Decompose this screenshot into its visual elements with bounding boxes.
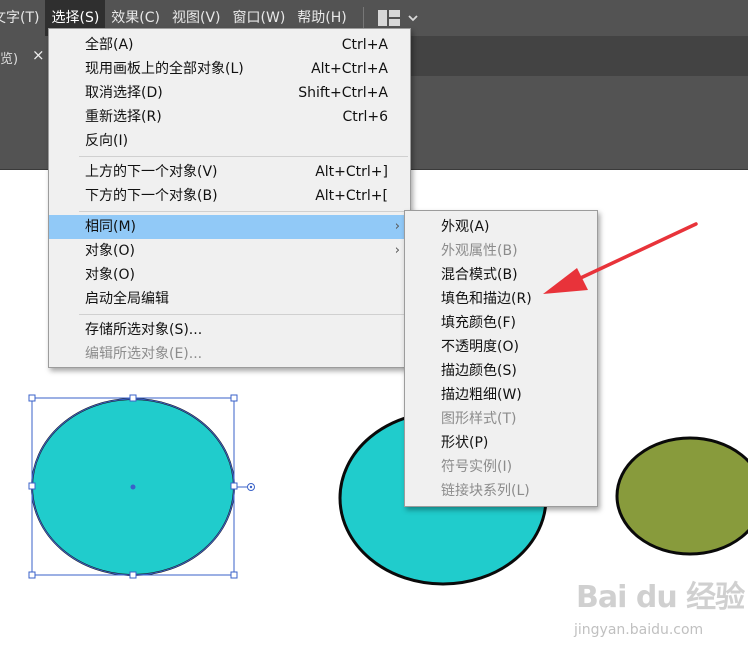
menu-separator (79, 156, 408, 157)
menu-item-label: 现用画板上的全部对象(L) (85, 61, 244, 77)
chevron-right-icon: › (394, 219, 400, 234)
same-submenu: 外观(A) 外观属性(B) 混合模式(B) 填色和描边(R) 填充颜色(F) 不… (404, 210, 598, 507)
watermark: Bai du 经验 jingyan.baidu.com (560, 572, 745, 652)
menu-item-select-all-artboard[interactable]: 现用画板上的全部对象(L) Alt+Ctrl+A (49, 57, 410, 81)
submenu-item-fill-color[interactable]: 填充颜色(F) (405, 311, 597, 335)
menu-item-label: 外观(A) (441, 219, 490, 235)
submenu-item-appearance[interactable]: 外观(A) (405, 215, 597, 239)
menu-separator (79, 314, 408, 315)
menu-item-label: 全部(A) (85, 37, 134, 53)
menu-item-label: 启动全局编辑 (85, 291, 169, 307)
menu-item-label: 不透明度(O) (441, 339, 519, 355)
menu-item-label: 上方的下一个对象(V) (85, 164, 218, 180)
menu-item-label: 描边粗细(W) (441, 387, 522, 403)
menu-item-save-selection[interactable]: 存储所选对象(S)... (49, 318, 410, 342)
menu-item-deselect[interactable]: 取消选择(D) Shift+Ctrl+A (49, 81, 410, 105)
submenu-item-stroke-weight[interactable]: 描边粗细(W) (405, 383, 597, 407)
menu-item-label: 填色和描边(R) (441, 291, 532, 307)
menu-item-next-object-above[interactable]: 上方的下一个对象(V) Alt+Ctrl+] (49, 160, 410, 184)
menu-item-label: 对象(O) (85, 267, 135, 283)
menu-item-shortcut: Ctrl+6 (342, 109, 388, 125)
center-point (130, 484, 136, 490)
submenu-item-fill-and-stroke[interactable]: 填色和描边(R) (405, 287, 597, 311)
menu-item-label: 图形样式(T) (441, 411, 517, 427)
menu-item-label: 外观属性(B) (441, 243, 518, 259)
submenu-item-stroke-color[interactable]: 描边颜色(S) (405, 359, 597, 383)
menu-item-start-global-edit[interactable]: 启动全局编辑 (49, 287, 410, 311)
menu-item-shortcut: Shift+Ctrl+A (298, 85, 388, 101)
menu-item-shortcut: Alt+Ctrl+] (315, 164, 388, 180)
menu-item-label: 下方的下一个对象(B) (85, 188, 218, 204)
submenu-item-graphic-style: 图形样式(T) (405, 407, 597, 431)
menu-item-object[interactable]: 对象(O) (49, 263, 410, 287)
menu-item-label: 编辑所选对象(E)... (85, 346, 203, 362)
menu-item-label: 反向(I) (85, 133, 129, 149)
submenu-item-blending-mode[interactable]: 混合模式(B) (405, 263, 597, 287)
menu-item-select-all[interactable]: 全部(A) Ctrl+A (49, 33, 410, 57)
watermark-url: jingyan.baidu.com (574, 622, 704, 638)
document-tab[interactable]: 览) × (0, 36, 48, 76)
menu-separator (79, 211, 408, 212)
menu-item-shortcut: Alt+Ctrl+[ (315, 188, 388, 204)
select-menu-dropdown: 全部(A) Ctrl+A 现用画板上的全部对象(L) Alt+Ctrl+A 取消… (48, 28, 411, 368)
submenu-item-shape[interactable]: 形状(P) (405, 431, 597, 455)
menu-item-object-submenu[interactable]: 对象(O) › (49, 239, 410, 263)
watermark-logo: Bai du 经验 (576, 580, 745, 615)
menu-item-edit-selection: 编辑所选对象(E)... (49, 342, 410, 366)
menu-item-same[interactable]: 相同(M) › (49, 215, 410, 239)
submenu-item-link-block-series: 链接块系列(L) (405, 479, 597, 503)
menu-item-label: 符号实例(I) (441, 459, 513, 475)
menu-item-label: 重新选择(R) (85, 109, 162, 125)
menu-item-shortcut: Alt+Ctrl+A (311, 61, 388, 77)
menu-item-label: 填充颜色(F) (441, 315, 516, 331)
menu-text[interactable]: 文字(T) (0, 0, 45, 36)
workspace-layout-icon (377, 10, 400, 26)
chevron-right-icon: › (394, 243, 400, 258)
submenu-item-symbol-instance: 符号实例(I) (405, 455, 597, 479)
menu-item-next-object-below[interactable]: 下方的下一个对象(B) Alt+Ctrl+[ (49, 184, 410, 208)
menu-item-reselect[interactable]: 重新选择(R) Ctrl+6 (49, 105, 410, 129)
menu-item-label: 混合模式(B) (441, 267, 518, 283)
olive-ellipse[interactable] (615, 436, 748, 556)
submenu-item-appearance-attribute: 外观属性(B) (405, 239, 597, 263)
menu-item-label: 链接块系列(L) (441, 483, 530, 499)
submenu-item-opacity[interactable]: 不透明度(O) (405, 335, 597, 359)
menu-item-label: 描边颜色(S) (441, 363, 517, 379)
menu-item-label: 对象(O) (85, 243, 135, 259)
menubar-divider (362, 7, 364, 29)
pie-widget-dot (249, 485, 253, 489)
menu-item-label: 取消选择(D) (85, 85, 163, 101)
chevron-down-icon (408, 15, 418, 22)
close-icon[interactable]: × (32, 46, 45, 64)
menu-item-inverse[interactable]: 反向(I) (49, 129, 410, 153)
document-tab-label: 览) (0, 52, 19, 67)
menu-item-label: 形状(P) (441, 435, 489, 451)
menu-item-label: 相同(M) (85, 219, 137, 235)
menu-item-shortcut: Ctrl+A (341, 37, 388, 53)
menu-item-label: 存储所选对象(S)... (85, 322, 203, 338)
